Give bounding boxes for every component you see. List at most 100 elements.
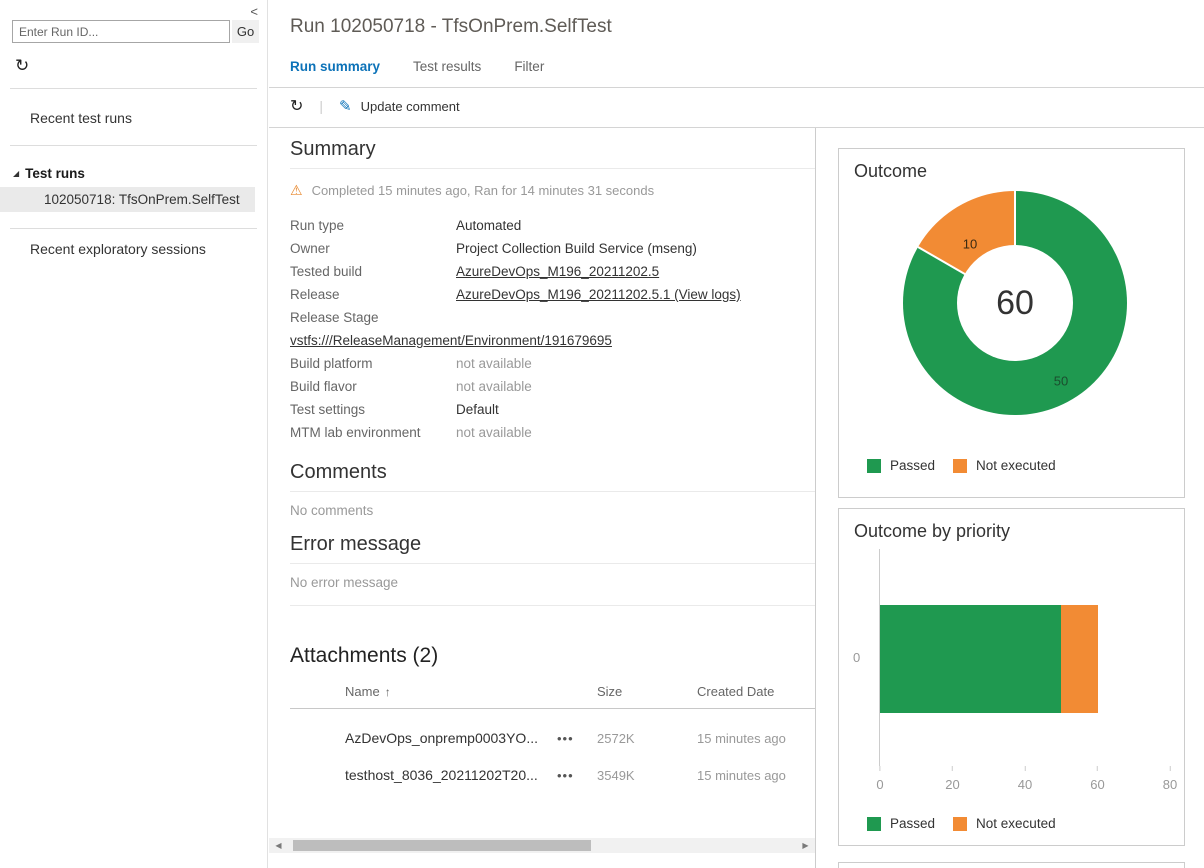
outcome-card: Outcome 10 50 60 Passed Not executed: [838, 148, 1185, 498]
attachment-size: 3549K: [597, 767, 635, 783]
attachment-size: 2572K: [597, 730, 635, 746]
scroll-left-icon[interactable]: ◀: [271, 838, 286, 853]
y-category-label: 0: [853, 650, 861, 665]
bar-not-executed[interactable]: [1061, 605, 1098, 713]
main-area: Run 102050718 - TfsOnPrem.SelfTest Run s…: [269, 0, 1204, 868]
run-id-input[interactable]: [12, 20, 230, 43]
field-label: Build platform: [290, 356, 373, 371]
field-row: Test settings Default: [290, 398, 815, 421]
slice-label-passed: 50: [1053, 373, 1069, 389]
field-label: Tested build: [290, 264, 363, 279]
refresh-icon[interactable]: ↻: [15, 56, 29, 76]
field-row: Build platform not available: [290, 352, 815, 375]
scroll-right-icon[interactable]: ▶: [798, 838, 813, 853]
go-button[interactable]: Go: [232, 20, 259, 43]
field-row: Tested build AzureDevOps_M196_20211202.5: [290, 260, 815, 283]
outcome-by-priority-card: Outcome by priority 0 0 20 40 60 80 Passed N…: [838, 508, 1185, 846]
field-value: Automated: [456, 218, 522, 233]
divider: [290, 605, 815, 606]
divider: [269, 87, 1204, 88]
run-summary-panel: Summary ⚠ Completed 15 minutes ago, Ran …: [269, 128, 816, 868]
outcome-title: Outcome: [854, 161, 928, 181]
sidebar-divider: [10, 228, 257, 229]
page-title: Run 102050718 - TfsOnPrem.SelfTest: [290, 16, 612, 37]
next-card-stub: [838, 862, 1185, 868]
slice-label-not-executed: 10: [962, 236, 978, 252]
more-options-icon[interactable]: •••: [557, 731, 597, 746]
release-stage-link[interactable]: vstfs:///ReleaseManagement/Environment/1…: [290, 333, 612, 348]
release-link[interactable]: AzureDevOps_M196_20211202.5.1 (View logs…: [456, 287, 741, 302]
field-row: Run type Automated: [290, 214, 815, 237]
no-comments-text: No comments: [290, 503, 374, 518]
column-created-date[interactable]: Created Date: [697, 684, 774, 699]
warning-icon: ⚠: [290, 182, 303, 198]
outcome-by-priority-title: Outcome by priority: [854, 521, 1011, 541]
legend-label: Passed: [890, 816, 936, 831]
field-label: Run type: [290, 218, 345, 233]
field-label: Release Stage: [290, 310, 379, 325]
tree-expanded-icon: ◢: [13, 169, 20, 178]
table-row[interactable]: testhost_8036_20211202T20... ••• 3549K 1…: [290, 767, 815, 783]
run-id-search: Go: [12, 20, 259, 43]
field-label: MTM lab environment: [290, 425, 421, 440]
field-value: not available: [456, 379, 532, 394]
tab-run-summary[interactable]: Run summary: [290, 59, 380, 74]
charts-panel: Outcome 10 50 60 Passed Not executed Out…: [816, 128, 1204, 868]
attachment-name[interactable]: testhost_8036_20211202T20...: [345, 767, 557, 783]
tab-filter[interactable]: Filter: [514, 59, 544, 74]
bar-passed[interactable]: [880, 605, 1062, 713]
passed-swatch: [867, 458, 881, 473]
recent-exploratory-sessions-label[interactable]: Recent exploratory sessions: [30, 241, 206, 257]
column-size[interactable]: Size: [597, 684, 697, 699]
outcome-donut[interactable]: 10 50 60: [903, 191, 1127, 415]
sidebar: < Go ↻ Recent test runs ◢ Test runs 1020…: [0, 0, 268, 868]
x-tick: 0: [876, 766, 884, 792]
toolbar: ↻ | ✎ Update comment: [290, 96, 460, 116]
update-comment-label: Update comment: [360, 98, 460, 114]
legend-item-passed: Passed: [867, 458, 935, 473]
run-status-text: Completed 15 minutes ago, Ran for 14 min…: [311, 183, 655, 198]
tab-test-results[interactable]: Test results: [413, 59, 481, 74]
update-comment-button[interactable]: ✎ Update comment: [339, 97, 460, 115]
sidebar-item-selected-run[interactable]: 102050718: TfsOnPrem.SelfTest: [0, 187, 255, 212]
field-row: Owner Project Collection Build Service (…: [290, 237, 815, 260]
test-runs-label: Test runs: [25, 166, 85, 181]
not-executed-swatch: [953, 816, 968, 831]
legend: Passed Not executed: [867, 458, 1056, 473]
sort-ascending-icon: ↑: [384, 685, 391, 699]
column-name[interactable]: Name ↑: [345, 684, 557, 699]
x-axis-ticks: 0 20 40 60 80: [876, 766, 1180, 802]
attachment-created: 15 minutes ago: [697, 767, 786, 783]
x-tick: 40: [1018, 766, 1032, 792]
tested-build-link[interactable]: AzureDevOps_M196_20211202.5: [456, 264, 659, 279]
legend-label: Passed: [890, 458, 936, 473]
field-label: Release: [290, 287, 340, 302]
attachments-header-row: Name ↑ Size Created Date: [290, 684, 815, 709]
error-message-heading: Error message: [290, 533, 815, 564]
not-executed-swatch: [953, 458, 968, 473]
legend-label: Not executed: [976, 816, 1056, 831]
table-row[interactable]: AzDevOps_onpremp0003YO... ••• 2572K 15 m…: [290, 730, 815, 746]
stacked-bar[interactable]: [880, 605, 1098, 713]
attachments-heading: Attachments (2): [290, 644, 439, 667]
attachment-created: 15 minutes ago: [697, 730, 786, 746]
field-label: Owner: [290, 241, 330, 256]
recent-test-runs-label[interactable]: Recent test runs: [30, 110, 132, 126]
field-row: Build flavor not available: [290, 375, 815, 398]
attachments-table: Name ↑ Size Created Date AzDevOps_onpremp…: [290, 684, 815, 783]
donut-total: 60: [957, 245, 1073, 361]
legend-item-passed: Passed: [867, 816, 935, 831]
refresh-icon[interactable]: ↻: [290, 96, 303, 116]
passed-swatch: [867, 816, 881, 831]
test-runs-tree-header[interactable]: ◢ Test runs: [13, 166, 85, 181]
x-tick: 20: [945, 766, 960, 792]
field-row: Release Stage: [290, 306, 815, 329]
sidebar-collapse-icon[interactable]: <: [250, 4, 258, 19]
scrollbar-thumb[interactable]: [293, 840, 591, 851]
field-value: not available: [456, 356, 532, 371]
attachment-name[interactable]: AzDevOps_onpremp0003YO...: [345, 730, 557, 746]
x-tick: 80: [1163, 766, 1177, 792]
more-options-icon[interactable]: •••: [557, 768, 597, 783]
sidebar-divider: [10, 88, 257, 89]
horizontal-scrollbar[interactable]: ◀ ▶: [269, 838, 815, 853]
